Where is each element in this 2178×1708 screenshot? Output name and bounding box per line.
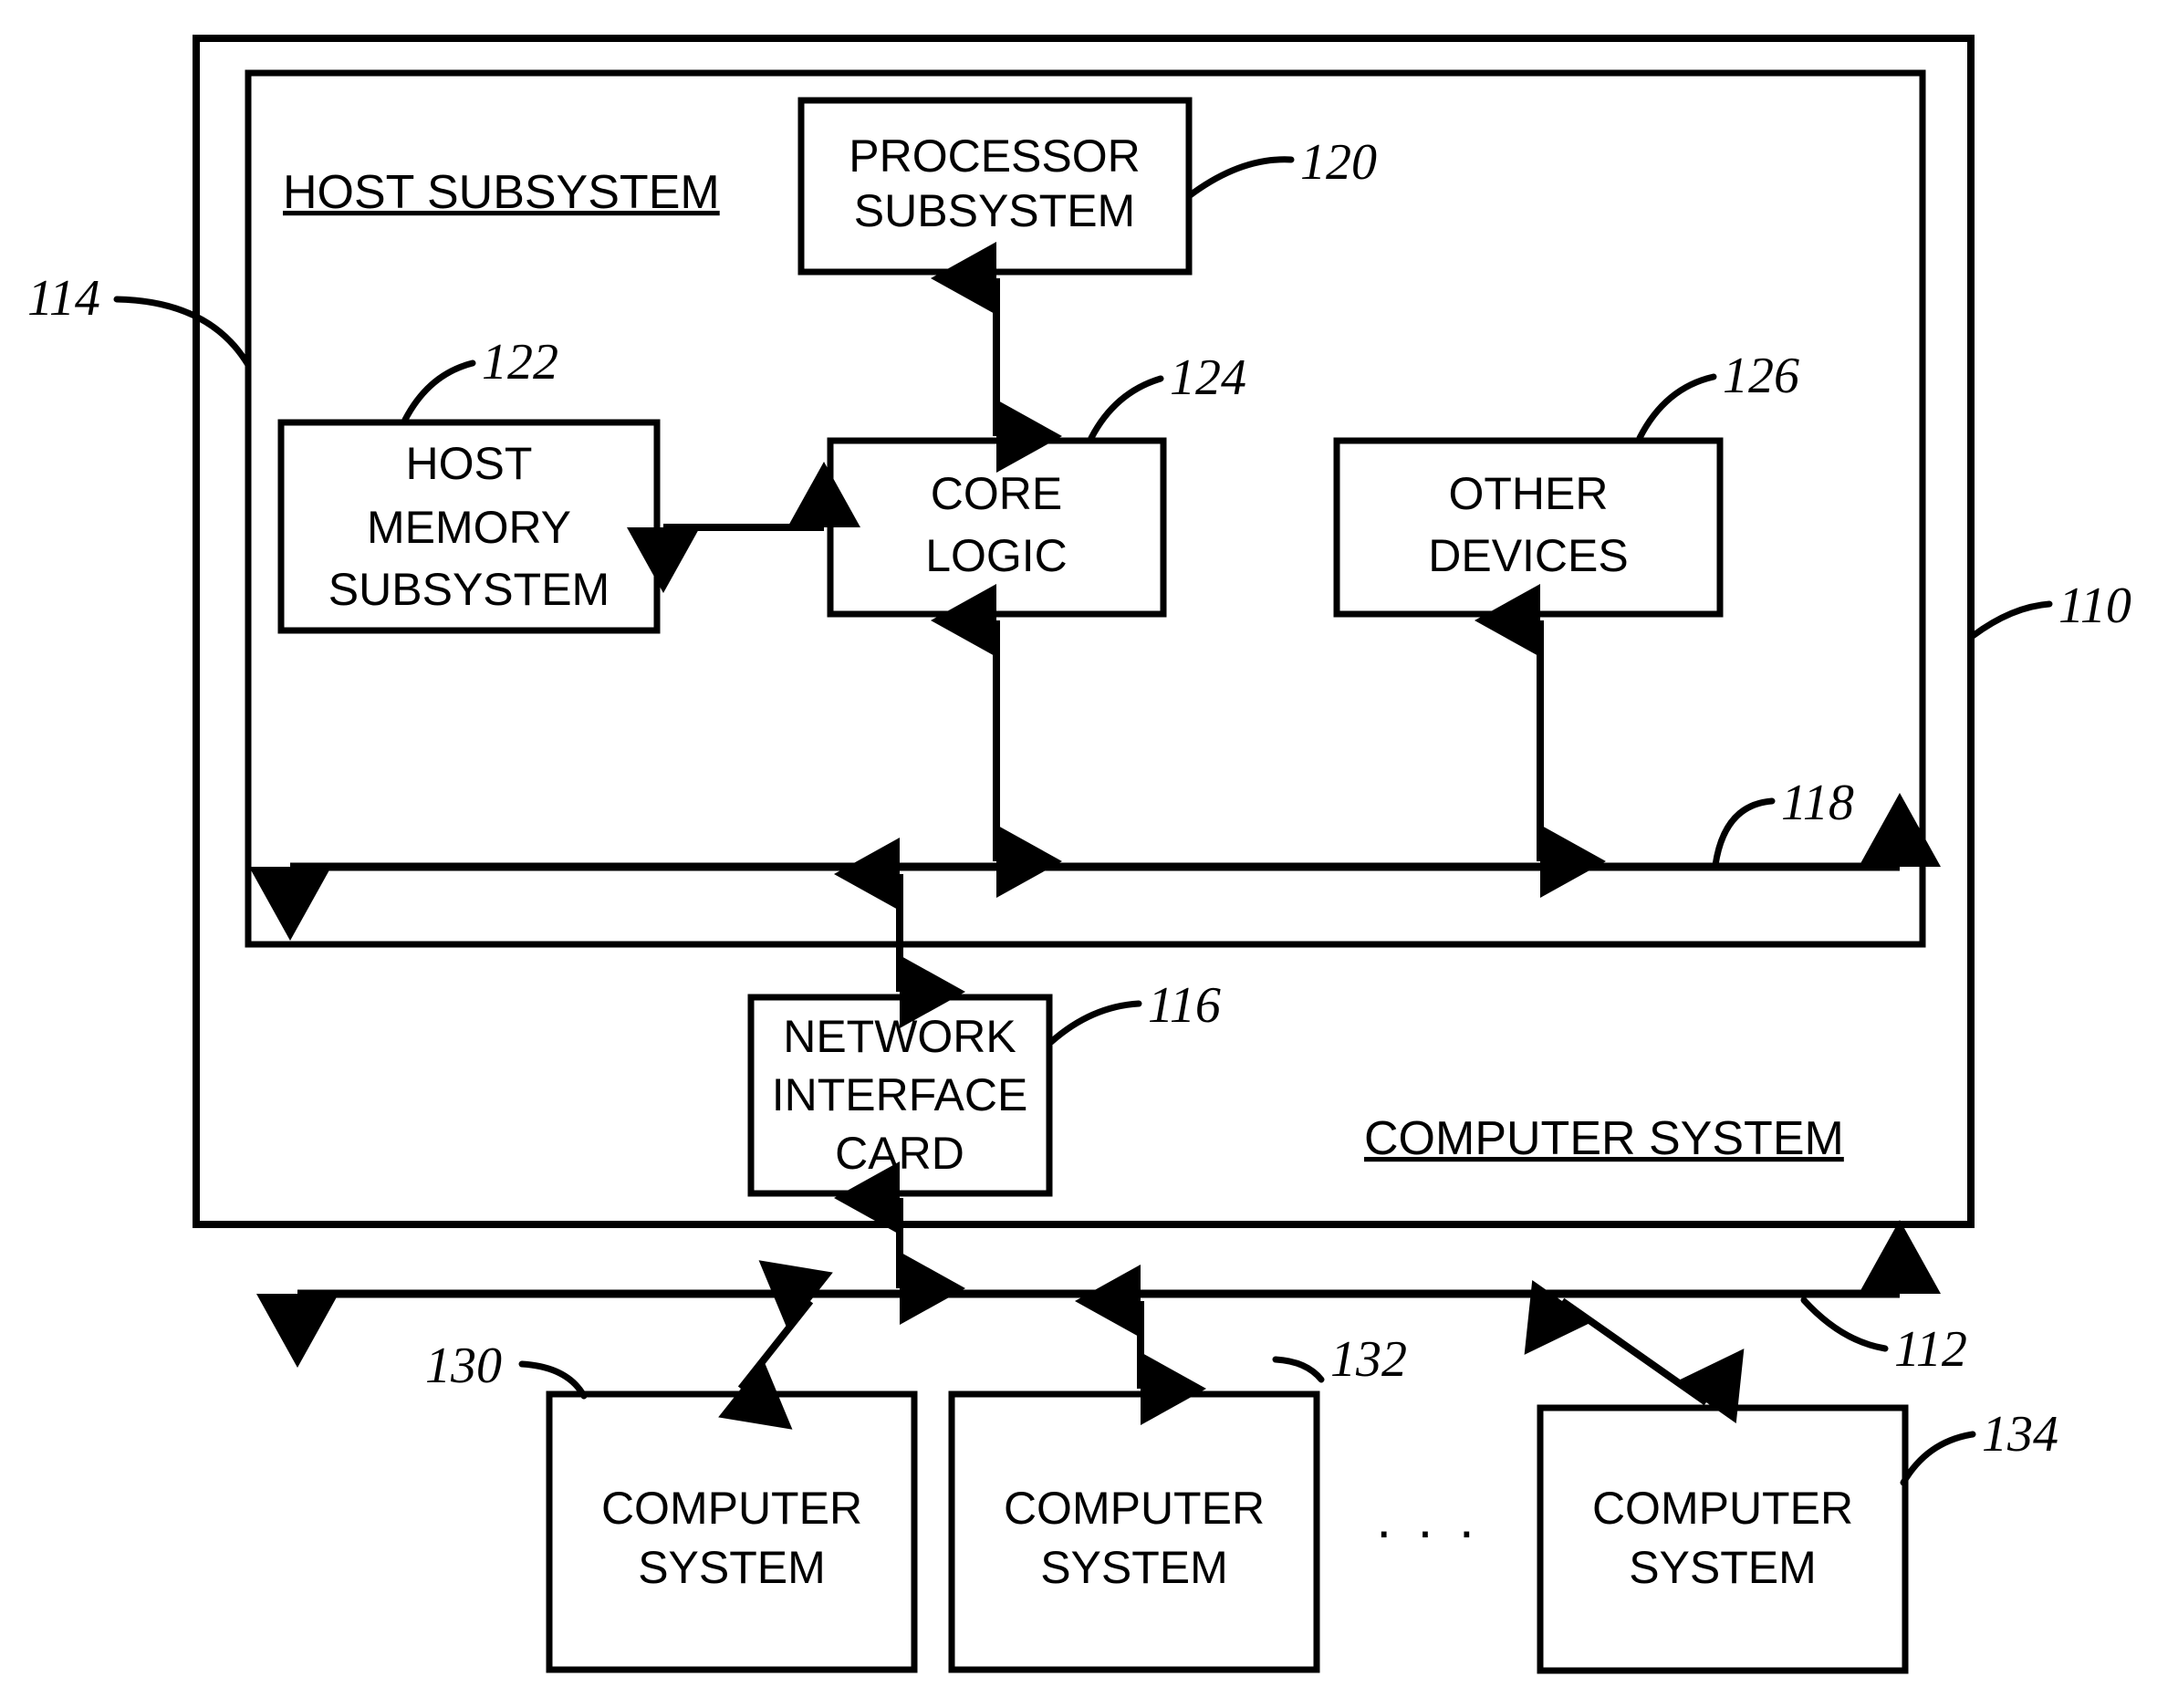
other-devices-box[interactable]	[1333, 437, 1724, 618]
ref-124: 124	[1170, 349, 1246, 406]
figure-canvas: PROCESSOR SUBSYSTEM HOST MEMORY SUBSYSTE…	[0, 0, 2178, 1708]
connector-network-to-peer-n	[1524, 1280, 1745, 1423]
ref-120: 120	[1300, 134, 1377, 191]
ref-116: 116	[1148, 977, 1221, 1034]
peer-computer-system-2-label-line1: COMPUTER	[1004, 1483, 1265, 1534]
leader-132	[1272, 1356, 1325, 1383]
leader-122	[401, 359, 476, 423]
network-interface-card-label-line2: INTERFACE	[772, 1069, 1028, 1120]
processor-subsystem-label-line1: PROCESSOR	[849, 130, 1141, 182]
peer-computer-system-n-box[interactable]	[1537, 1404, 1909, 1674]
core-logic-label-line1: CORE	[931, 468, 1062, 519]
ref-126: 126	[1723, 348, 1799, 404]
leader-110	[1969, 600, 2053, 640]
peer-systems-ellipsis: . . .	[1376, 1488, 1479, 1549]
connector-network-to-peer-1	[718, 1260, 833, 1430]
processor-subsystem-label-line2: SUBSYSTEM	[854, 185, 1135, 236]
network-interface-card-label-line1: NETWORK	[783, 1011, 1016, 1062]
peer-computer-system-n-label-line1: COMPUTER	[1592, 1483, 1853, 1534]
computer-system-label: COMPUTER SYSTEM	[1364, 1112, 1844, 1165]
host-memory-subsystem-label-line3: SUBSYSTEM	[328, 564, 610, 615]
leader-134	[1900, 1431, 1976, 1486]
leader-124	[1088, 375, 1164, 442]
leader-116	[1047, 1000, 1142, 1046]
ref-114: 114	[27, 270, 100, 327]
leader-118	[1712, 797, 1776, 869]
other-devices-label-line2: DEVICES	[1428, 530, 1629, 581]
other-devices-label-line1: OTHER	[1449, 468, 1609, 519]
block-diagram: PROCESSOR SUBSYSTEM HOST MEMORY SUBSYSTE…	[27, 35, 2131, 1674]
peer-computer-system-1-label-line2: SYSTEM	[638, 1542, 826, 1593]
ref-134: 134	[1982, 1406, 2058, 1463]
core-logic-label-line2: LOGIC	[925, 530, 1068, 581]
leader-114	[113, 296, 252, 369]
core-logic-box[interactable]	[827, 437, 1167, 618]
ref-118: 118	[1781, 775, 1854, 831]
host-subsystem-label: HOST SUBSYSTEM	[283, 166, 720, 219]
ref-112: 112	[1894, 1321, 1967, 1378]
host-memory-subsystem-label-line1: HOST	[406, 438, 533, 489]
ref-130: 130	[425, 1338, 502, 1394]
peer-computer-system-2-label-line2: SYSTEM	[1040, 1542, 1228, 1593]
ref-122: 122	[482, 334, 558, 391]
peer-computer-system-n-label-line2: SYSTEM	[1629, 1542, 1817, 1593]
host-memory-subsystem-label-line2: MEMORY	[367, 502, 571, 553]
network-interface-card-label-line3: CARD	[835, 1128, 964, 1179]
ref-132: 132	[1330, 1331, 1407, 1388]
peer-computer-system-1-label-line1: COMPUTER	[601, 1483, 862, 1534]
leader-112	[1800, 1297, 1889, 1352]
leader-126	[1636, 373, 1717, 442]
leader-120	[1185, 156, 1295, 200]
ref-110: 110	[2058, 578, 2131, 634]
